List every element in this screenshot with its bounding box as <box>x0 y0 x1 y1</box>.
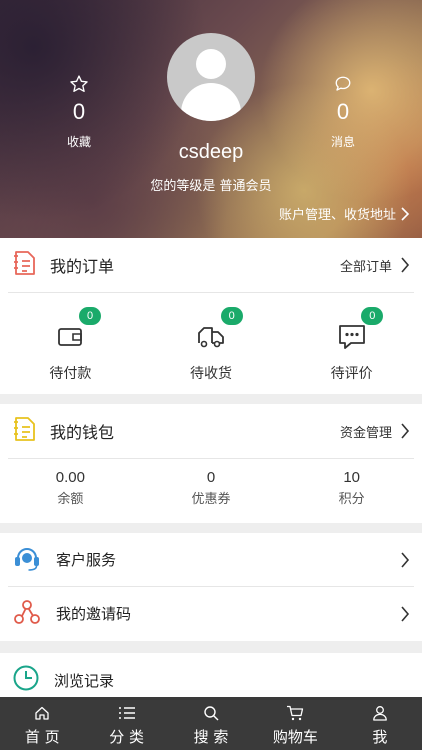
tab-cart[interactable]: 购物车 <box>253 697 337 750</box>
balance[interactable]: 0.00 余额 <box>0 459 141 523</box>
share-icon <box>12 597 42 631</box>
member-level: 您的等级是 普通会员 <box>150 179 272 194</box>
pending-payment[interactable]: 0 待付款 <box>0 293 141 394</box>
messages-stat[interactable]: 0 消息 <box>303 73 383 150</box>
all-orders-link[interactable]: 全部订单 <box>340 256 410 275</box>
account-link-label: 账户管理、收货地址 <box>278 208 396 223</box>
list-icon <box>118 704 136 722</box>
chevron-right-icon <box>401 423 410 439</box>
coupons[interactable]: 0 优惠券 <box>141 459 282 523</box>
tab-me-label: 我 <box>372 728 388 746</box>
fund-management-label: 资金管理 <box>339 425 392 441</box>
tab-search-label: 搜 索 <box>193 728 229 746</box>
invite-code-label: 我的邀请码 <box>56 605 132 623</box>
pending-delivery[interactable]: 0 待收货 <box>141 293 282 394</box>
pending-review-label: 待评价 <box>330 366 373 382</box>
tab-category[interactable]: 分 类 <box>84 697 168 750</box>
customer-service-label: 客户服务 <box>56 551 117 569</box>
balance-label: 余额 <box>57 492 84 507</box>
user-icon <box>372 704 388 722</box>
home-icon <box>34 704 50 722</box>
cart-icon <box>286 704 304 722</box>
browsing-history-label: 浏览记录 <box>54 671 115 690</box>
headset-icon <box>12 543 42 577</box>
avatar[interactable] <box>167 33 255 121</box>
customer-service-row[interactable]: 客户服务 <box>0 533 422 586</box>
pending-payment-label: 待付款 <box>49 366 92 382</box>
chevron-right-icon <box>401 551 410 568</box>
tab-category-label: 分 类 <box>109 728 144 746</box>
points[interactable]: 10 积分 <box>281 459 422 523</box>
tab-home-label: 首 页 <box>24 728 60 746</box>
pending-delivery-badge: 0 <box>220 307 243 325</box>
chat-bubble-icon <box>303 73 383 95</box>
chevron-right-icon <box>401 605 410 622</box>
points-label: 积分 <box>338 492 365 507</box>
pending-delivery-label: 待收货 <box>190 366 232 382</box>
search-icon <box>203 704 219 722</box>
coupons-label: 优惠券 <box>191 492 231 507</box>
truck-icon <box>195 321 227 353</box>
tab-home[interactable]: 首 页 <box>0 697 84 750</box>
wallet-title: 我的钱包 <box>50 423 115 442</box>
pending-payment-badge: 0 <box>79 307 101 325</box>
orders-card: 我的订单 全部订单 0 待付款 0 待收货 0 待评价 <box>0 238 422 394</box>
services-card: 客户服务 我的邀请码 <box>0 533 422 641</box>
bottom-tab-bar: 首 页 分 类 搜 索 购物车 我 <box>0 697 422 750</box>
wallet-card: 我的钱包 资金管理 0.00 余额 0 优惠券 10 积分 <box>0 404 422 523</box>
favorites-count: 0 <box>72 99 86 124</box>
star-icon <box>39 73 119 95</box>
invite-code-row[interactable]: 我的邀请码 <box>0 587 422 640</box>
pending-review-badge: 0 <box>361 307 384 325</box>
fund-management-link[interactable]: 资金管理 <box>340 422 410 441</box>
balance-value: 0.00 <box>55 469 85 486</box>
points-value: 10 <box>343 469 361 486</box>
wallet-card-icon <box>12 415 38 447</box>
messages-count: 0 <box>336 99 350 124</box>
tab-me[interactable]: 我 <box>338 697 422 750</box>
wallet-icon <box>54 321 86 353</box>
account-management-link[interactable]: 账户管理、收货地址 <box>279 204 410 223</box>
tab-cart-label: 购物车 <box>272 728 318 746</box>
browsing-history-row[interactable]: 浏览记录 <box>0 653 422 697</box>
orders-title: 我的订单 <box>50 257 115 276</box>
all-orders-label: 全部订单 <box>339 259 392 275</box>
tab-search[interactable]: 搜 索 <box>169 697 253 750</box>
clock-icon <box>12 664 40 696</box>
profile-header: 0 收藏 0 消息 csdeep 您的等级是 普通会员 账户管理、收货地址 <box>0 0 422 238</box>
history-card: 浏览记录 <box>0 653 422 697</box>
coupons-value: 0 <box>206 469 216 486</box>
chevron-right-icon <box>401 257 410 273</box>
chevron-right-icon <box>401 206 410 221</box>
favorites-stat[interactable]: 0 收藏 <box>39 73 119 150</box>
orders-icon <box>12 249 38 281</box>
username: csdeep <box>178 141 244 163</box>
pending-review[interactable]: 0 待评价 <box>281 293 422 394</box>
wallet-header[interactable]: 我的钱包 资金管理 <box>0 404 422 458</box>
orders-header[interactable]: 我的订单 全部订单 <box>0 238 422 292</box>
comment-icon <box>336 321 368 353</box>
